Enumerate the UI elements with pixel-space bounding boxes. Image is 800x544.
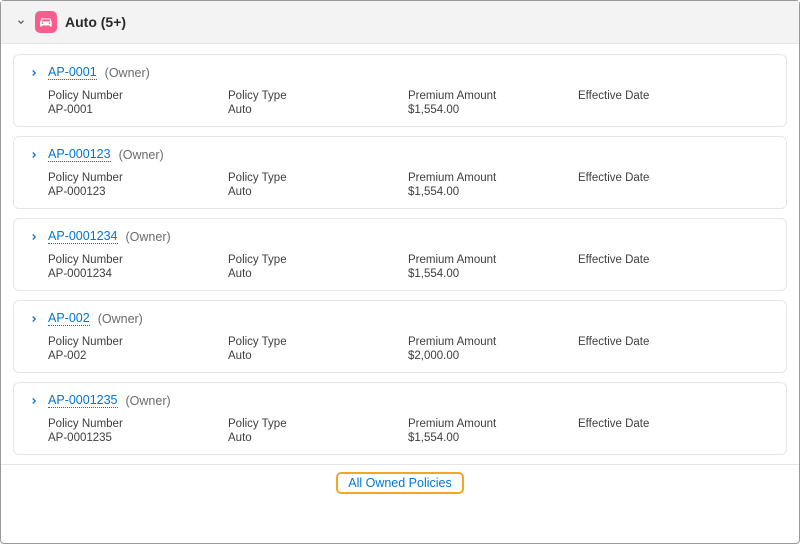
field-label-premium-amount: Premium Amount <box>408 336 578 348</box>
field-label-policy-type: Policy Type <box>228 90 408 102</box>
field-label-policy-type: Policy Type <box>228 172 408 184</box>
field-label-premium-amount: Premium Amount <box>408 172 578 184</box>
field-label-policy-type: Policy Type <box>228 254 408 266</box>
field-value-policy-number: AP-0001 <box>48 104 228 116</box>
field-value-effective-date <box>578 186 758 198</box>
field-value-effective-date <box>578 350 758 362</box>
field-value-policy-number: AP-0001235 <box>48 432 228 444</box>
field-value-policy-type: Auto <box>228 268 408 280</box>
all-owned-policies-link[interactable]: All Owned Policies <box>338 474 462 492</box>
field-value-premium-amount: $1,554.00 <box>408 432 578 444</box>
field-value-effective-date <box>578 104 758 116</box>
field-label-policy-number: Policy Number <box>48 336 228 348</box>
field-value-policy-number: AP-000123 <box>48 186 228 198</box>
field-value-policy-type: Auto <box>228 186 408 198</box>
owner-tag: (Owner) <box>119 148 164 162</box>
chevron-right-icon[interactable] <box>28 313 40 325</box>
chevron-down-icon[interactable] <box>15 16 27 28</box>
chevron-right-icon[interactable] <box>28 395 40 407</box>
field-value-premium-amount: $1,554.00 <box>408 186 578 198</box>
field-label-effective-date: Effective Date <box>578 172 758 184</box>
field-value-policy-type: Auto <box>228 350 408 362</box>
field-value-policy-type: Auto <box>228 104 408 116</box>
policy-link[interactable]: AP-0001234 <box>48 229 118 244</box>
field-value-effective-date <box>578 268 758 280</box>
policy-card: AP-000123 (Owner) Policy Number Policy T… <box>13 136 787 209</box>
policy-card: AP-0001234 (Owner) Policy Number Policy … <box>13 218 787 291</box>
owner-tag: (Owner) <box>105 66 150 80</box>
field-label-premium-amount: Premium Amount <box>408 254 578 266</box>
car-icon <box>35 11 57 33</box>
policy-link[interactable]: AP-002 <box>48 311 90 326</box>
field-label-effective-date: Effective Date <box>578 418 758 430</box>
field-label-policy-number: Policy Number <box>48 172 228 184</box>
chevron-right-icon[interactable] <box>28 149 40 161</box>
field-value-policy-type: Auto <box>228 432 408 444</box>
field-value-effective-date <box>578 432 758 444</box>
field-value-premium-amount: $1,554.00 <box>408 268 578 280</box>
policy-card: AP-0001 (Owner) Policy Number Policy Typ… <box>13 54 787 127</box>
policy-link[interactable]: AP-000123 <box>48 147 111 162</box>
field-value-policy-number: AP-0001234 <box>48 268 228 280</box>
policy-card: AP-002 (Owner) Policy Number Policy Type… <box>13 300 787 373</box>
owner-tag: (Owner) <box>126 230 171 244</box>
policy-link[interactable]: AP-0001235 <box>48 393 118 408</box>
section-title: Auto (5+) <box>65 14 126 30</box>
chevron-right-icon[interactable] <box>28 67 40 79</box>
field-label-policy-type: Policy Type <box>228 418 408 430</box>
chevron-right-icon[interactable] <box>28 231 40 243</box>
field-label-premium-amount: Premium Amount <box>408 418 578 430</box>
field-label-policy-type: Policy Type <box>228 336 408 348</box>
policy-link[interactable]: AP-0001 <box>48 65 97 80</box>
field-label-effective-date: Effective Date <box>578 254 758 266</box>
field-label-premium-amount: Premium Amount <box>408 90 578 102</box>
policy-card: AP-0001235 (Owner) Policy Number Policy … <box>13 382 787 455</box>
highlight-callout: All Owned Policies <box>336 472 464 494</box>
field-label-policy-number: Policy Number <box>48 90 228 102</box>
field-value-premium-amount: $1,554.00 <box>408 104 578 116</box>
owner-tag: (Owner) <box>98 312 143 326</box>
field-label-policy-number: Policy Number <box>48 418 228 430</box>
field-value-premium-amount: $2,000.00 <box>408 350 578 362</box>
owner-tag: (Owner) <box>126 394 171 408</box>
field-label-effective-date: Effective Date <box>578 336 758 348</box>
field-label-effective-date: Effective Date <box>578 90 758 102</box>
field-value-policy-number: AP-002 <box>48 350 228 362</box>
footer: All Owned Policies <box>1 464 799 501</box>
policy-list: AP-0001 (Owner) Policy Number Policy Typ… <box>1 44 799 455</box>
section-header: Auto (5+) <box>1 1 799 44</box>
field-label-policy-number: Policy Number <box>48 254 228 266</box>
